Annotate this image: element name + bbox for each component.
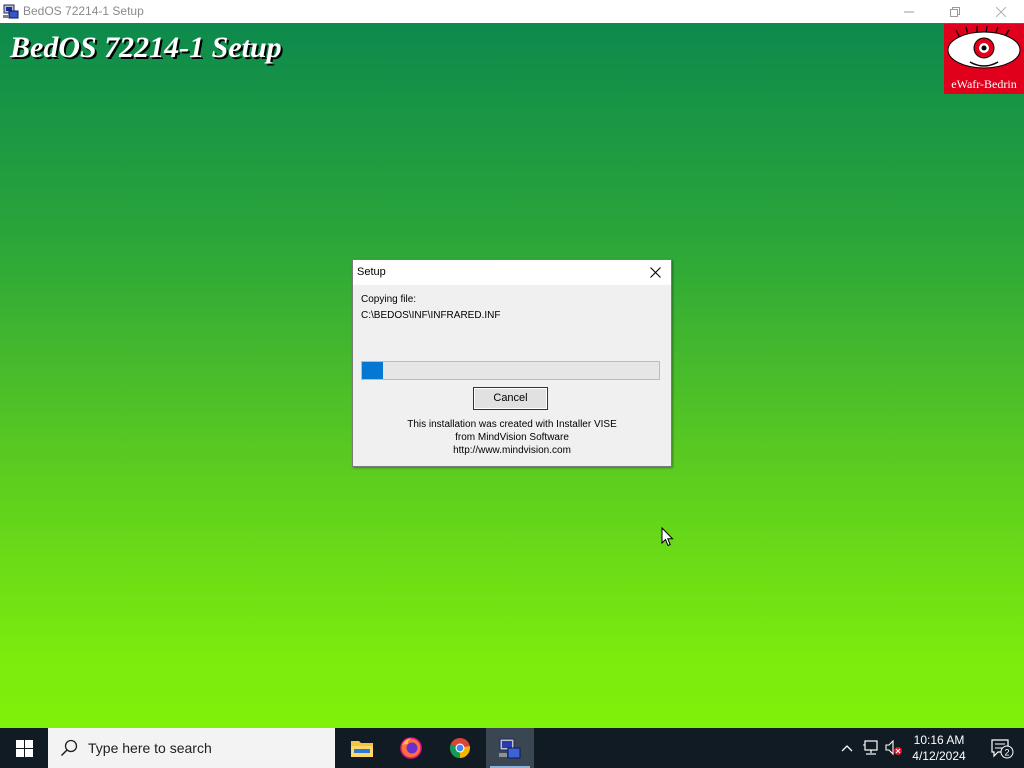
minimize-button[interactable] (886, 0, 932, 23)
minimize-icon (904, 11, 914, 12)
taskbar-installer-active[interactable] (486, 728, 534, 768)
volume-button[interactable] (884, 738, 904, 758)
window-close-button[interactable] (978, 0, 1024, 23)
volume-muted-icon (885, 740, 902, 756)
credit-line-1: This installation was created with Insta… (407, 419, 617, 430)
show-hidden-icons-button[interactable] (837, 738, 857, 758)
clock-time: 10:16 AM (913, 733, 965, 747)
dialog-titlebar[interactable]: Setup (353, 260, 671, 285)
dialog-close-button[interactable] (639, 260, 671, 285)
vendor-logo: eWafr-Bedrin (944, 24, 1024, 94)
window-titlebar[interactable]: BedOS 72214-1 Setup (0, 0, 1024, 23)
taskbar-search-box[interactable]: Type here to search (48, 728, 335, 768)
chrome-icon (450, 738, 470, 759)
mouse-cursor-icon (661, 527, 674, 547)
close-icon (649, 267, 661, 278)
taskbar: Type here to search 10:16 AM 4/12/2024 2 (0, 728, 1024, 768)
credit-line-3: http://www.mindvision.com (453, 445, 571, 456)
installer-icon (3, 3, 19, 19)
eye-logo-icon (947, 26, 1021, 69)
action-center-button[interactable]: 2 (978, 728, 1024, 768)
setup-heading: BedOS 72214-1 Setup (10, 31, 282, 64)
clock-date: 4/12/2024 (912, 749, 966, 763)
installer-icon (499, 738, 521, 759)
taskbar-file-explorer[interactable] (338, 728, 386, 768)
network-icon (863, 740, 878, 755)
windows-logo-icon (15, 739, 33, 757)
credit-line-2: from MindVision Software (455, 432, 569, 443)
dialog-title: Setup (357, 266, 386, 278)
notification-count: 2 (1004, 748, 1009, 758)
cancel-button[interactable]: Cancel (473, 387, 548, 410)
taskbar-firefox[interactable] (387, 728, 435, 768)
logo-text: eWafr-Bedrin (951, 77, 1017, 91)
progress-fill (362, 362, 383, 379)
start-button[interactable] (0, 728, 48, 768)
setup-dialog: Setup Copying file: C:\BEDOS\INF\INFRARE… (352, 259, 672, 467)
network-button[interactable] (861, 738, 881, 758)
copying-label: Copying file: (361, 294, 417, 305)
window-title: BedOS 72214-1 Setup (23, 4, 144, 18)
progress-bar (361, 361, 660, 380)
notification-icon: 2 (991, 739, 1014, 759)
close-icon (996, 6, 1006, 17)
taskbar-clock[interactable]: 10:16 AM 4/12/2024 (908, 732, 970, 764)
firefox-icon (400, 737, 422, 759)
restore-button[interactable] (932, 0, 978, 23)
search-icon (60, 739, 78, 757)
search-placeholder: Type here to search (88, 740, 212, 756)
taskbar-chrome[interactable] (436, 728, 484, 768)
restore-icon (950, 6, 960, 17)
file-path: C:\BEDOS\INF\INFRARED.INF (361, 310, 501, 321)
file-explorer-icon (351, 741, 373, 757)
chevron-up-icon (841, 745, 853, 752)
